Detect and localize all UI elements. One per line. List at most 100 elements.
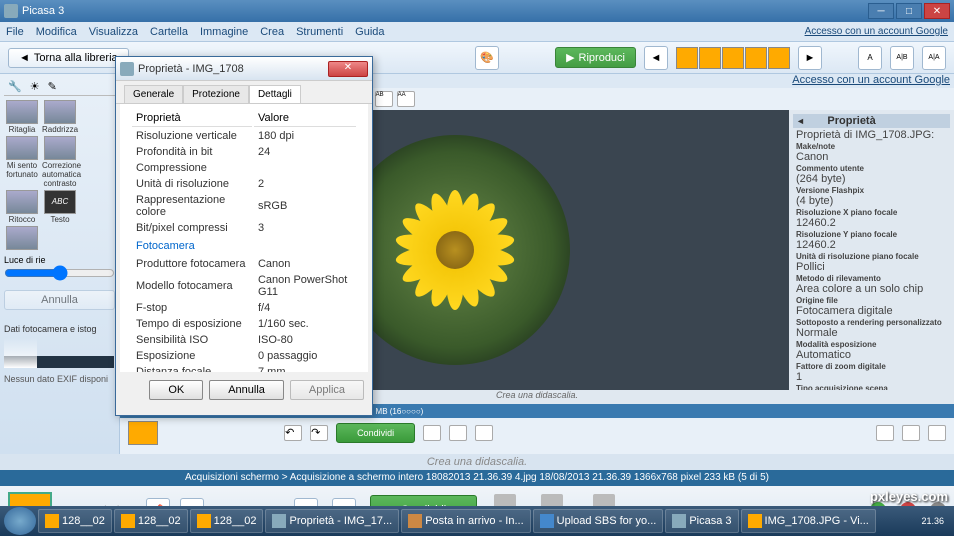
inner-tag-icon[interactable] (876, 425, 894, 441)
view-mode-aa[interactable]: A|A (922, 46, 946, 70)
maximize-button[interactable]: □ (896, 3, 922, 19)
signin-link[interactable]: Accesso con un account Google (805, 26, 948, 37)
palette-icon[interactable]: 🎨 (475, 46, 499, 70)
taskbar-item[interactable]: Upload SBS for yo... (533, 509, 664, 533)
prop-value: 24 (254, 145, 356, 159)
inner-prop-value: (4 byte) (796, 195, 833, 207)
close-button[interactable]: ✕ (924, 3, 950, 19)
prop-name: Modello fotocamera (132, 273, 252, 299)
caption-input[interactable]: Crea una didascalia. (0, 454, 954, 470)
inner-pin-icon[interactable] (902, 425, 920, 441)
thumb[interactable] (676, 47, 698, 69)
taskbar-item[interactable]: Picasa 3 (665, 509, 738, 533)
taskbar-item[interactable]: 128__02 (114, 509, 188, 533)
window-titlebar: Picasa 3 ─ □ ✕ (0, 0, 954, 22)
inner-zoom-icon[interactable] (928, 425, 946, 441)
menu-edit[interactable]: Modifica (36, 26, 77, 38)
prop-name: Profondità in bit (132, 145, 252, 159)
inner-print-icon[interactable] (449, 425, 467, 441)
inner-bottom-thumb[interactable] (128, 421, 158, 445)
tab-general[interactable]: Generale (124, 85, 183, 103)
clock[interactable]: 21.36 (915, 516, 950, 526)
tab-security[interactable]: Protezione (183, 85, 249, 103)
taskbar-item[interactable]: 128__02 (190, 509, 264, 533)
lucky-tool[interactable]: Mi sento fortunato (4, 136, 40, 188)
lens-vignette (340, 135, 570, 365)
taskbar-item[interactable]: 128__02 (38, 509, 112, 533)
prop-file: Proprietà di IMG_1708.JPG: (793, 130, 950, 141)
view-mode-a[interactable]: A (858, 46, 882, 70)
prev-button[interactable]: ◄ (644, 46, 668, 70)
flower-image (385, 180, 525, 320)
windows-taskbar: 128__02 128__02 128__02 Proprietà - IMG_… (0, 506, 954, 536)
menu-view[interactable]: Visualizza (89, 26, 138, 38)
menu-create[interactable]: Crea (260, 26, 284, 38)
thumb[interactable] (745, 47, 767, 69)
prop-value: ISO-80 (254, 333, 356, 347)
prop-value (254, 161, 356, 175)
cancel-button[interactable]: Annulla (209, 380, 284, 400)
inner-share-button[interactable]: Condividi (336, 423, 415, 443)
taskbar-item[interactable]: Posta in arrivo - In... (401, 509, 530, 533)
play-button[interactable]: ▶ Riproduci (555, 47, 636, 68)
apply-button: Applica (290, 380, 364, 400)
prop-name: Compressione (132, 161, 252, 175)
inner-rotate-left-icon[interactable]: ↶ (284, 425, 302, 441)
inner-prop-value: 12460.2 (796, 217, 836, 229)
ok-button[interactable]: OK (149, 380, 203, 400)
inner-email-icon[interactable] (423, 425, 441, 441)
crop-tool[interactable]: Ritaglia (4, 100, 40, 134)
thumb-strip (676, 47, 790, 69)
prop-name: Unità di risoluzione (132, 177, 252, 191)
menu-help[interactable]: Guida (355, 26, 384, 38)
inner-view-ab[interactable]: AB (375, 91, 393, 107)
brightness-icon[interactable]: ☀ (30, 80, 40, 93)
prop-value: 0 passaggio (254, 349, 356, 363)
cancel-button: Annulla (4, 290, 115, 310)
dialog-icon (120, 62, 134, 76)
inner-rotate-right-icon[interactable]: ↷ (310, 425, 328, 441)
start-button[interactable] (4, 507, 36, 535)
menu-folder[interactable]: Cartella (150, 26, 188, 38)
prop-value: Canon PowerShot G11 (254, 273, 356, 299)
back-to-library-button[interactable]: ◄ Torna alla libreria (8, 48, 129, 68)
window-title: Picasa 3 (22, 5, 868, 17)
menu-file[interactable]: File (6, 26, 24, 38)
extra-tool[interactable] (4, 226, 40, 251)
col-value: Valore (254, 110, 356, 127)
inner-prop-value: 1 (796, 371, 802, 383)
inner-export-icon[interactable] (475, 425, 493, 441)
wrench-icon[interactable]: 🔧 (8, 80, 22, 93)
thumb[interactable] (722, 47, 744, 69)
dialog-close-button[interactable]: ✕ (328, 61, 368, 77)
light-slider[interactable] (4, 265, 115, 281)
col-property: Proprietà (132, 110, 252, 127)
inner-prop-value: Canon (796, 151, 828, 163)
prop-name: Tempo di esposizione (132, 317, 252, 331)
menu-tools[interactable]: Strumenti (296, 26, 343, 38)
thumb[interactable] (768, 47, 790, 69)
tab-details[interactable]: Dettagli (249, 85, 301, 103)
inner-prop-value: 12460.2 (796, 239, 836, 251)
inner-signin[interactable]: Accesso con un account Google (792, 74, 950, 88)
contrast-tool[interactable]: Correzione automatica contrasto (42, 136, 78, 188)
straighten-tool[interactable]: Raddrizza (42, 100, 78, 134)
retouch-tool[interactable]: Ritocco (4, 190, 40, 224)
thumb[interactable] (699, 47, 721, 69)
prop-value: sRGB (254, 193, 356, 219)
minimize-button[interactable]: ─ (868, 3, 894, 19)
properties-panel: ◄ Proprietà Proprietà di IMG_1708.JPG: M… (789, 110, 954, 390)
app-icon (4, 4, 18, 18)
inner-prop-value: (264 byte) (796, 173, 846, 185)
brush-icon[interactable]: ✎ (48, 80, 57, 93)
menu-image[interactable]: Immagine (200, 26, 248, 38)
taskbar-item[interactable]: IMG_1708.JPG - Vi... (741, 509, 876, 533)
text-tool[interactable]: ABCTesto (42, 190, 78, 224)
inner-view-aa[interactable]: AA (397, 91, 415, 107)
prop-value: 2 (254, 177, 356, 191)
taskbar-item[interactable]: Proprietà - IMG_17... (265, 509, 399, 533)
view-mode-ab[interactable]: A|B (890, 46, 914, 70)
prop-value: 7 mm (254, 365, 356, 372)
next-button[interactable]: ► (798, 46, 822, 70)
dialog-body[interactable]: ProprietàValore Risoluzione verticale180… (120, 104, 368, 372)
